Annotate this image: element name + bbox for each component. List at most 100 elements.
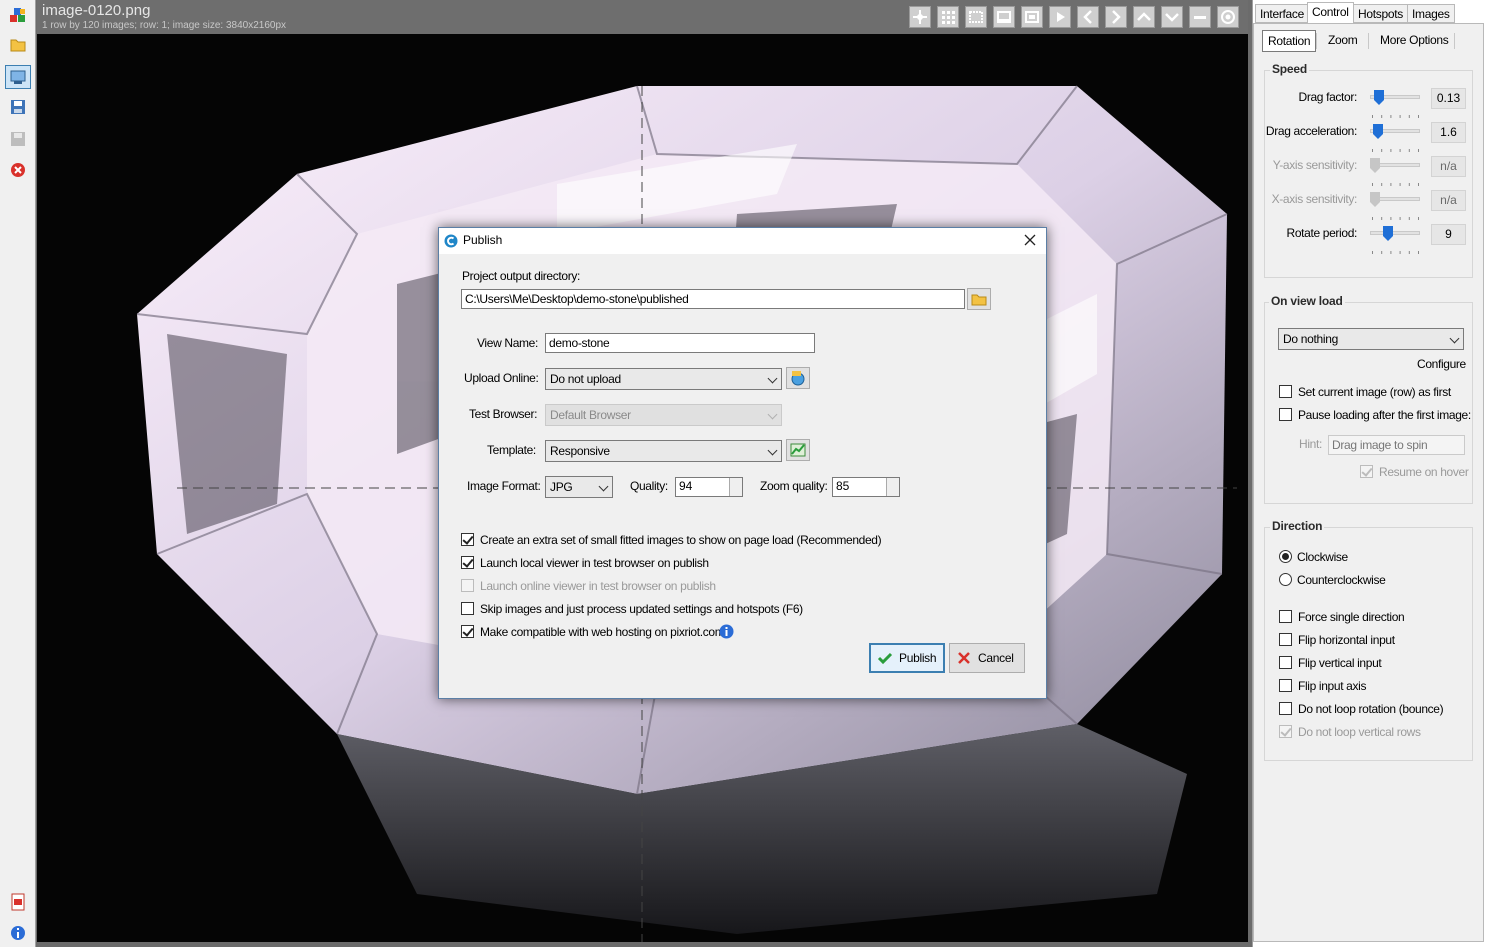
publish-icon[interactable] [5,65,31,89]
upload-settings-button[interactable] [786,367,810,389]
clockwise-radio[interactable] [1279,550,1292,563]
strip-icon[interactable] [993,6,1015,28]
speed-value-box[interactable]: n/a [1431,156,1466,177]
force-single-checkbox[interactable] [1279,610,1292,623]
slider-thumb[interactable] [1374,90,1384,105]
grid-icon[interactable] [937,6,959,28]
pdf-icon[interactable] [5,890,31,914]
flip-vertical-checkbox[interactable] [1279,656,1292,669]
flip-horizontal-checkbox[interactable] [1279,633,1292,646]
browse-folder-button[interactable] [967,288,991,310]
hint-label: Hint: [1299,437,1322,451]
image-info: 1 row by 120 images; row: 1; image size:… [42,20,287,31]
direction-title: Direction [1270,519,1325,533]
tab-images[interactable]: Images [1407,4,1455,23]
view-name-label: View Name: [477,336,538,350]
upload-online-select[interactable]: Do not upload [545,368,782,390]
spin-up-icon[interactable] [729,478,742,487]
minus-icon[interactable] [1189,6,1211,28]
test-browser-select[interactable]: Default Browser [545,404,782,426]
up-icon[interactable] [1133,6,1155,28]
save-icon[interactable] [5,95,31,119]
disk-icon[interactable] [5,127,31,151]
test-browser-label: Test Browser: [469,407,538,421]
image-format-select[interactable]: JPG [545,476,613,498]
app-logo-icon [444,234,458,248]
close-icon[interactable] [5,158,31,182]
next-icon[interactable] [1105,6,1127,28]
slider-ticks [1370,142,1420,152]
speed-value-box[interactable]: 1.6 [1431,122,1466,143]
view-name-input[interactable]: demo-stone [545,333,815,353]
fit-icon[interactable] [1021,6,1043,28]
pixriot-compat-checkbox[interactable] [461,625,474,638]
zoom-quality-value: 85 [836,479,850,493]
no-loop-checkbox[interactable] [1279,702,1292,715]
info-icon[interactable] [5,921,31,945]
close-icon[interactable] [1022,232,1038,248]
slider-ticks [1370,108,1420,118]
publish-dialog: Publish Project output directory: C:\Use… [438,227,1047,699]
modules-icon[interactable] [5,4,31,28]
template-edit-button[interactable] [786,439,810,461]
chevron-down-icon [767,409,778,420]
no-loop-vertical-label: Do not loop vertical rows [1298,725,1421,739]
skip-images-checkbox[interactable] [461,602,474,615]
pause-loading-label: Pause loading after the first image: [1298,408,1471,422]
template-select[interactable]: Responsive [545,440,782,462]
spin-down-icon[interactable] [886,487,899,496]
publish-button[interactable]: Publish [869,643,945,673]
on-view-load-value: Do nothing [1283,332,1339,346]
cancel-button[interactable]: Cancel [949,643,1025,673]
no-loop-vertical-checkbox[interactable] [1279,725,1292,738]
speed-slider[interactable] [1370,231,1420,235]
info-icon[interactable] [719,624,734,639]
template-value: Responsive [550,444,610,458]
slider-thumb[interactable] [1370,158,1380,173]
slider-thumb[interactable] [1383,226,1394,241]
speed-value-box[interactable]: 0.13 [1431,88,1466,109]
fitted-images-checkbox[interactable] [461,533,474,546]
flip-axis-checkbox[interactable] [1279,679,1292,692]
speed-group-title: Speed [1270,62,1310,76]
configure-link[interactable]: Configure [1417,357,1466,371]
subtab-divider [1454,33,1455,49]
select-icon[interactable] [965,6,987,28]
spin-down-icon[interactable] [729,487,742,496]
image-format-label: Image Format: [467,479,541,493]
subtab-zoom[interactable]: Zoom [1323,30,1362,52]
quality-spinner[interactable]: 94 [675,477,743,497]
zoom-quality-spinner[interactable]: 85 [832,477,900,497]
slider-ticks [1370,244,1420,254]
skip-images-label: Skip images and just process updated set… [480,602,803,616]
launch-local-checkbox[interactable] [461,556,474,569]
resume-hover-checkbox[interactable] [1360,465,1373,478]
target-icon[interactable] [1217,6,1239,28]
play-icon[interactable] [1049,6,1071,28]
prev-icon[interactable] [1077,6,1099,28]
on-view-load-select[interactable]: Do nothing [1278,328,1464,350]
dialog-titlebar[interactable]: Publish [439,228,1046,254]
open-folder-icon[interactable] [5,33,31,57]
slider-thumb[interactable] [1373,124,1384,139]
tab-control[interactable]: Control [1307,2,1354,24]
tab-hotspots[interactable]: Hotspots [1353,4,1408,23]
speed-value-box[interactable]: n/a [1431,190,1466,211]
slider-ticks [1370,210,1420,220]
tab-interface[interactable]: Interface [1255,4,1309,23]
subtab-rotation[interactable]: Rotation [1262,30,1317,52]
output-dir-input[interactable]: C:\Users\Me\Desktop\demo-stone\published [461,289,965,309]
spin-up-icon[interactable] [886,478,899,487]
down-icon[interactable] [1161,6,1183,28]
launch-online-checkbox[interactable] [461,579,474,592]
hint-input[interactable]: Drag image to spin [1328,435,1465,455]
left-toolbar [0,0,36,947]
subtab-more-options[interactable]: More Options [1375,30,1453,52]
speed-value-box[interactable]: 9 [1431,224,1466,245]
move-icon[interactable] [909,6,931,28]
image-format-value: JPG [550,480,573,494]
slider-thumb[interactable] [1370,192,1380,207]
pause-loading-checkbox[interactable] [1279,408,1292,421]
set-first-checkbox[interactable] [1279,385,1292,398]
counterclockwise-radio[interactable] [1279,573,1292,586]
